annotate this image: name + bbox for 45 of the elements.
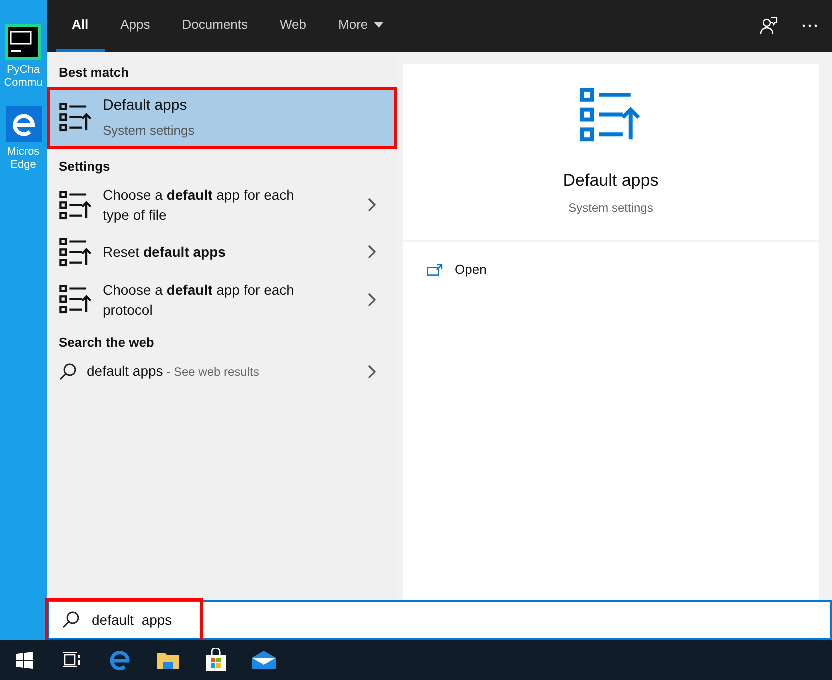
search-icon <box>62 611 80 629</box>
section-heading: Best match <box>58 64 130 82</box>
settings-list-icon <box>59 102 93 133</box>
best-match-result[interactable]: Default apps System settings <box>49 88 395 146</box>
search-result[interactable]: Reset default apps <box>47 231 397 274</box>
desktop-icon-label: Micros <box>7 146 40 159</box>
open-window-icon <box>427 264 443 276</box>
envelope-icon[interactable] <box>251 650 277 670</box>
section-heading: Settings <box>58 158 112 176</box>
feedback-person-icon[interactable] <box>760 17 778 35</box>
filter-tab[interactable]: Apps <box>104 0 166 52</box>
folder-icon[interactable] <box>156 650 180 670</box>
search-icon <box>59 362 77 381</box>
settings-list-icon <box>59 237 93 268</box>
task-view-icon[interactable] <box>63 652 81 668</box>
filter-tab[interactable]: Documents <box>166 0 264 52</box>
settings-list-icon <box>59 190 93 220</box>
open-action[interactable]: Open <box>403 256 819 284</box>
filter-tab[interactable]: More <box>322 0 400 52</box>
result-subtitle: System settings <box>103 122 195 140</box>
windows-logo-icon[interactable] <box>16 652 32 668</box>
settings-list-icon <box>579 86 643 144</box>
result-title: Default apps <box>103 96 188 116</box>
desktop-icon-label: PyCha <box>6 64 40 77</box>
result-title: Reset default apps <box>103 243 227 262</box>
more-options-icon[interactable] <box>802 24 818 28</box>
search-result[interactable]: Choose a default app for each protocol <box>47 274 397 326</box>
edge-browser-icon[interactable] <box>109 649 131 671</box>
desktop-icon-label: Commu <box>4 77 43 90</box>
chevron-right-icon <box>367 245 377 260</box>
preview-subtitle: System settings <box>568 200 654 218</box>
result-title: Choose a default app for each type of file <box>103 186 296 225</box>
search-result[interactable]: default apps - See web results <box>47 355 397 388</box>
chevron-right-icon <box>367 198 377 212</box>
settings-list-icon <box>59 284 93 315</box>
filter-tab[interactable]: Web <box>264 0 323 52</box>
section-heading: Search the web <box>58 334 156 352</box>
search-result[interactable]: Choose a default app for each type of file <box>47 179 397 231</box>
desktop-icon-label: Edge <box>10 159 36 172</box>
preview-title: Default apps <box>563 170 659 192</box>
chevron-right-icon <box>367 364 377 379</box>
shopping-bag-icon[interactable] <box>204 648 228 672</box>
result-title: Choose a default app for each protocol <box>103 280 296 320</box>
chevron-right-icon <box>367 292 377 307</box>
result-title: default apps - See web results <box>87 362 260 382</box>
